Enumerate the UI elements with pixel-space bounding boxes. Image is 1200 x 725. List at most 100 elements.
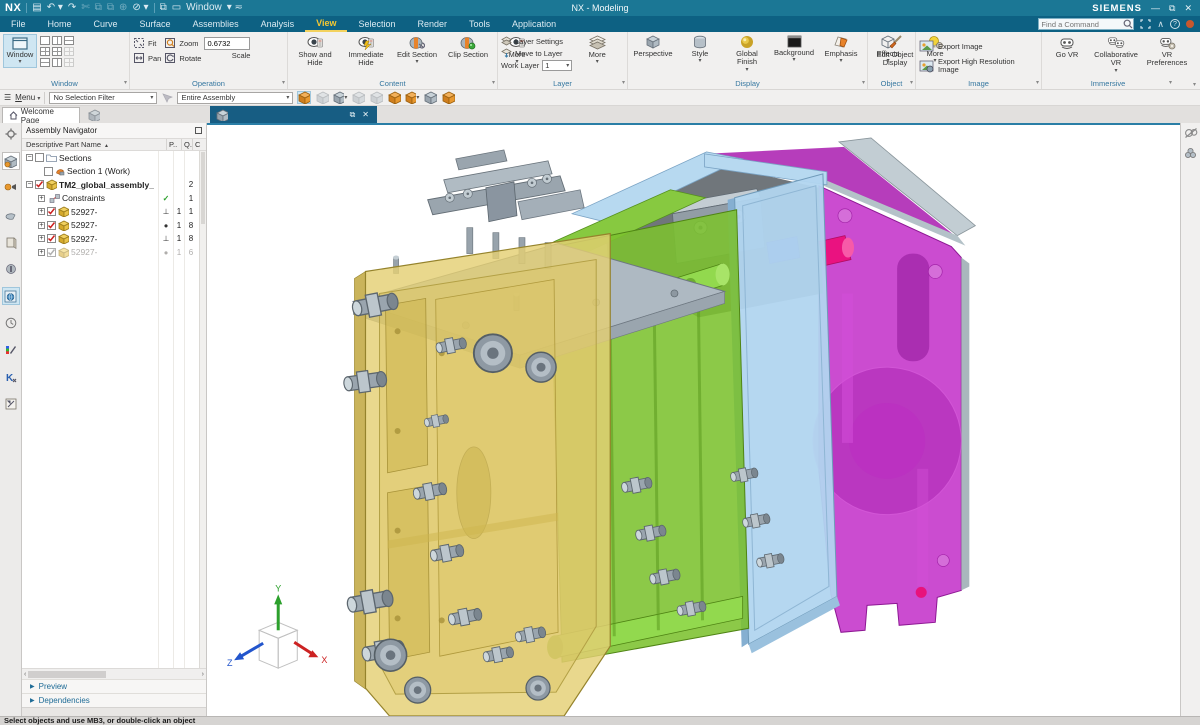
welcome-page-tab[interactable]: Welcome Page bbox=[2, 107, 80, 123]
process-studio-icon[interactable] bbox=[2, 341, 20, 359]
fullscreen-icon[interactable] bbox=[1140, 19, 1151, 29]
zoom-button[interactable]: Zoom bbox=[164, 37, 201, 49]
minimize-ribbon-icon[interactable]: ∧ bbox=[1157, 19, 1164, 29]
save-icon[interactable]: ▤ bbox=[32, 1, 41, 15]
manage-icon[interactable]: K bbox=[2, 368, 20, 386]
checkbox-unchecked[interactable] bbox=[44, 167, 53, 176]
part-navigator-icon[interactable] bbox=[2, 206, 20, 224]
menu-button[interactable]: MMenuenu ▾ bbox=[15, 93, 40, 102]
scale-input[interactable] bbox=[204, 37, 250, 50]
active-part-tab[interactable]: ⧉ ✕ bbox=[210, 106, 377, 123]
selection-filter-select[interactable]: No Selection Filter▾ bbox=[49, 92, 157, 104]
history-icon[interactable] bbox=[2, 314, 20, 332]
new-component-icon[interactable]: ▾ bbox=[405, 91, 419, 104]
assembly-constraints-icon[interactable]: ▾ bbox=[333, 91, 347, 104]
expand-icon[interactable]: + bbox=[38, 222, 45, 229]
close-button[interactable]: ✕ bbox=[1184, 3, 1192, 14]
column-descriptive-part-name[interactable]: Descriptive Part Name▲ bbox=[22, 140, 166, 149]
add-component-icon[interactable] bbox=[387, 91, 401, 104]
checkbox-checked-gray[interactable] bbox=[47, 248, 56, 257]
tree-row-component[interactable]: + 52927- ⊥ 1 8 bbox=[22, 232, 206, 246]
nx-logo[interactable]: NX bbox=[5, 2, 21, 14]
layout-six-icon[interactable] bbox=[52, 47, 62, 56]
tab-surface[interactable]: Surface bbox=[129, 16, 182, 32]
tree-row-assembly-root[interactable]: − TM2_global_assembly_ 2 bbox=[22, 178, 206, 192]
column-quantity[interactable]: Q. bbox=[181, 139, 192, 150]
clip-section-button[interactable]: Clip Section bbox=[444, 34, 492, 60]
go-vr-button[interactable]: Go VR bbox=[1045, 34, 1089, 60]
undock-icon[interactable] bbox=[195, 127, 202, 134]
tab-curve[interactable]: Curve bbox=[83, 16, 129, 32]
background-button[interactable]: Background▾ bbox=[772, 34, 816, 65]
tree-row-component[interactable]: + 52927- ● 1 8 bbox=[22, 219, 206, 233]
hd3d-tools-icon[interactable] bbox=[2, 260, 20, 278]
group-dialog-caret[interactable]: ▾ bbox=[124, 78, 127, 89]
work-layer-select[interactable]: 1▾ bbox=[542, 60, 572, 71]
window-icon[interactable]: ▭ bbox=[172, 1, 181, 15]
checkbox-checked[interactable] bbox=[47, 221, 56, 230]
tree-row-component[interactable]: + 52927- ⊥ 1 1 bbox=[22, 205, 206, 219]
column-count[interactable]: C bbox=[192, 139, 206, 150]
tab-selection[interactable]: Selection bbox=[347, 16, 406, 32]
close-view-icon[interactable]: ✕ bbox=[360, 110, 371, 119]
export-image-button[interactable]: Export Image bbox=[919, 39, 1030, 53]
edit-section-button[interactable]: Edit Section▾ bbox=[393, 34, 441, 67]
checkbox-checked[interactable] bbox=[47, 207, 56, 216]
hide-icon[interactable]: ⊘ ▾ bbox=[132, 1, 148, 15]
checkbox-checked[interactable] bbox=[47, 234, 56, 243]
layer-more-button[interactable]: More▾ bbox=[575, 34, 619, 67]
find-command-input[interactable] bbox=[1039, 20, 1123, 29]
presence-icon[interactable] bbox=[1186, 20, 1194, 28]
expand-icon[interactable]: + bbox=[38, 195, 45, 202]
tab-assemblies[interactable]: Assemblies bbox=[182, 16, 250, 32]
snapshot-icon[interactable] bbox=[297, 91, 311, 104]
select-from-list-icon[interactable] bbox=[161, 92, 173, 104]
web-browser-icon[interactable] bbox=[2, 287, 20, 305]
tree-vertical-scrollbar[interactable] bbox=[199, 151, 206, 668]
expand-icon[interactable]: + bbox=[38, 235, 45, 242]
restore-view-icon[interactable]: ⧉ bbox=[348, 110, 358, 120]
window-button[interactable]: Window▾ bbox=[3, 34, 37, 68]
dependencies-section[interactable]: ▶Dependencies bbox=[22, 693, 206, 707]
restore-button[interactable]: ⧉ bbox=[1169, 3, 1175, 14]
assembly-scope-select[interactable]: Entire Assembly▾ bbox=[177, 92, 293, 104]
layout-hsplit2-icon[interactable] bbox=[40, 58, 50, 67]
minimize-button[interactable]: — bbox=[1151, 3, 1160, 13]
mold-assembly-model[interactable]: Y Z X bbox=[207, 125, 1180, 716]
layout-vsplit2-icon[interactable] bbox=[52, 58, 62, 67]
show-and-hide-button[interactable]: Show and Hide bbox=[291, 34, 339, 69]
reuse-library-icon[interactable] bbox=[2, 233, 20, 251]
layout-vsplit-icon[interactable] bbox=[52, 36, 62, 45]
collapse-icon[interactable]: − bbox=[26, 181, 33, 188]
assembly-navigator-icon[interactable] bbox=[2, 152, 20, 170]
layer-settings-button[interactable]: Layer Settings bbox=[501, 36, 572, 46]
graphics-window[interactable]: Y Z X bbox=[207, 123, 1180, 716]
checkbox-checked[interactable] bbox=[35, 180, 44, 189]
system-tools-icon[interactable] bbox=[2, 395, 20, 413]
style-button[interactable]: Style▾ bbox=[678, 34, 722, 66]
tree-row-sections[interactable]: − Sections bbox=[22, 151, 206, 165]
column-position[interactable]: P.. bbox=[166, 139, 181, 150]
menu-icon[interactable]: ☰ bbox=[4, 93, 11, 102]
move-to-layer-button[interactable]: Move to Layer bbox=[501, 48, 572, 58]
roles-gear-icon[interactable] bbox=[2, 125, 20, 143]
vr-preferences-button[interactable]: VR Preferences bbox=[1143, 34, 1191, 69]
command-finder[interactable] bbox=[1038, 18, 1134, 30]
wave-geometry-icon[interactable] bbox=[423, 91, 437, 104]
orientation-triad[interactable]: Y Z X bbox=[227, 583, 327, 668]
cascade-window-icon[interactable]: ⧉ bbox=[160, 1, 167, 15]
rotate-button[interactable]: Rotate bbox=[164, 52, 201, 64]
layout-quad-icon[interactable] bbox=[40, 47, 50, 56]
tree-horizontal-scrollbar[interactable]: ‹› bbox=[22, 668, 206, 679]
layout-hsplit-icon[interactable] bbox=[64, 36, 74, 45]
expand-icon[interactable]: + bbox=[38, 208, 45, 215]
tab-render[interactable]: Render bbox=[407, 16, 459, 32]
arrangements-icon[interactable] bbox=[441, 91, 455, 104]
tree-row-component-unloaded[interactable]: + 52927- ● 1 6 bbox=[22, 246, 206, 260]
edit-object-display-button[interactable]: Edit Object Display bbox=[871, 34, 919, 69]
checkbox-unchecked[interactable] bbox=[35, 153, 44, 162]
immediate-hide-button[interactable]: Immediate Hide bbox=[342, 34, 390, 69]
tab-analysis[interactable]: Analysis bbox=[250, 16, 306, 32]
preview-section[interactable]: ▶Preview bbox=[22, 679, 206, 693]
help-icon[interactable]: ? bbox=[1170, 19, 1180, 29]
